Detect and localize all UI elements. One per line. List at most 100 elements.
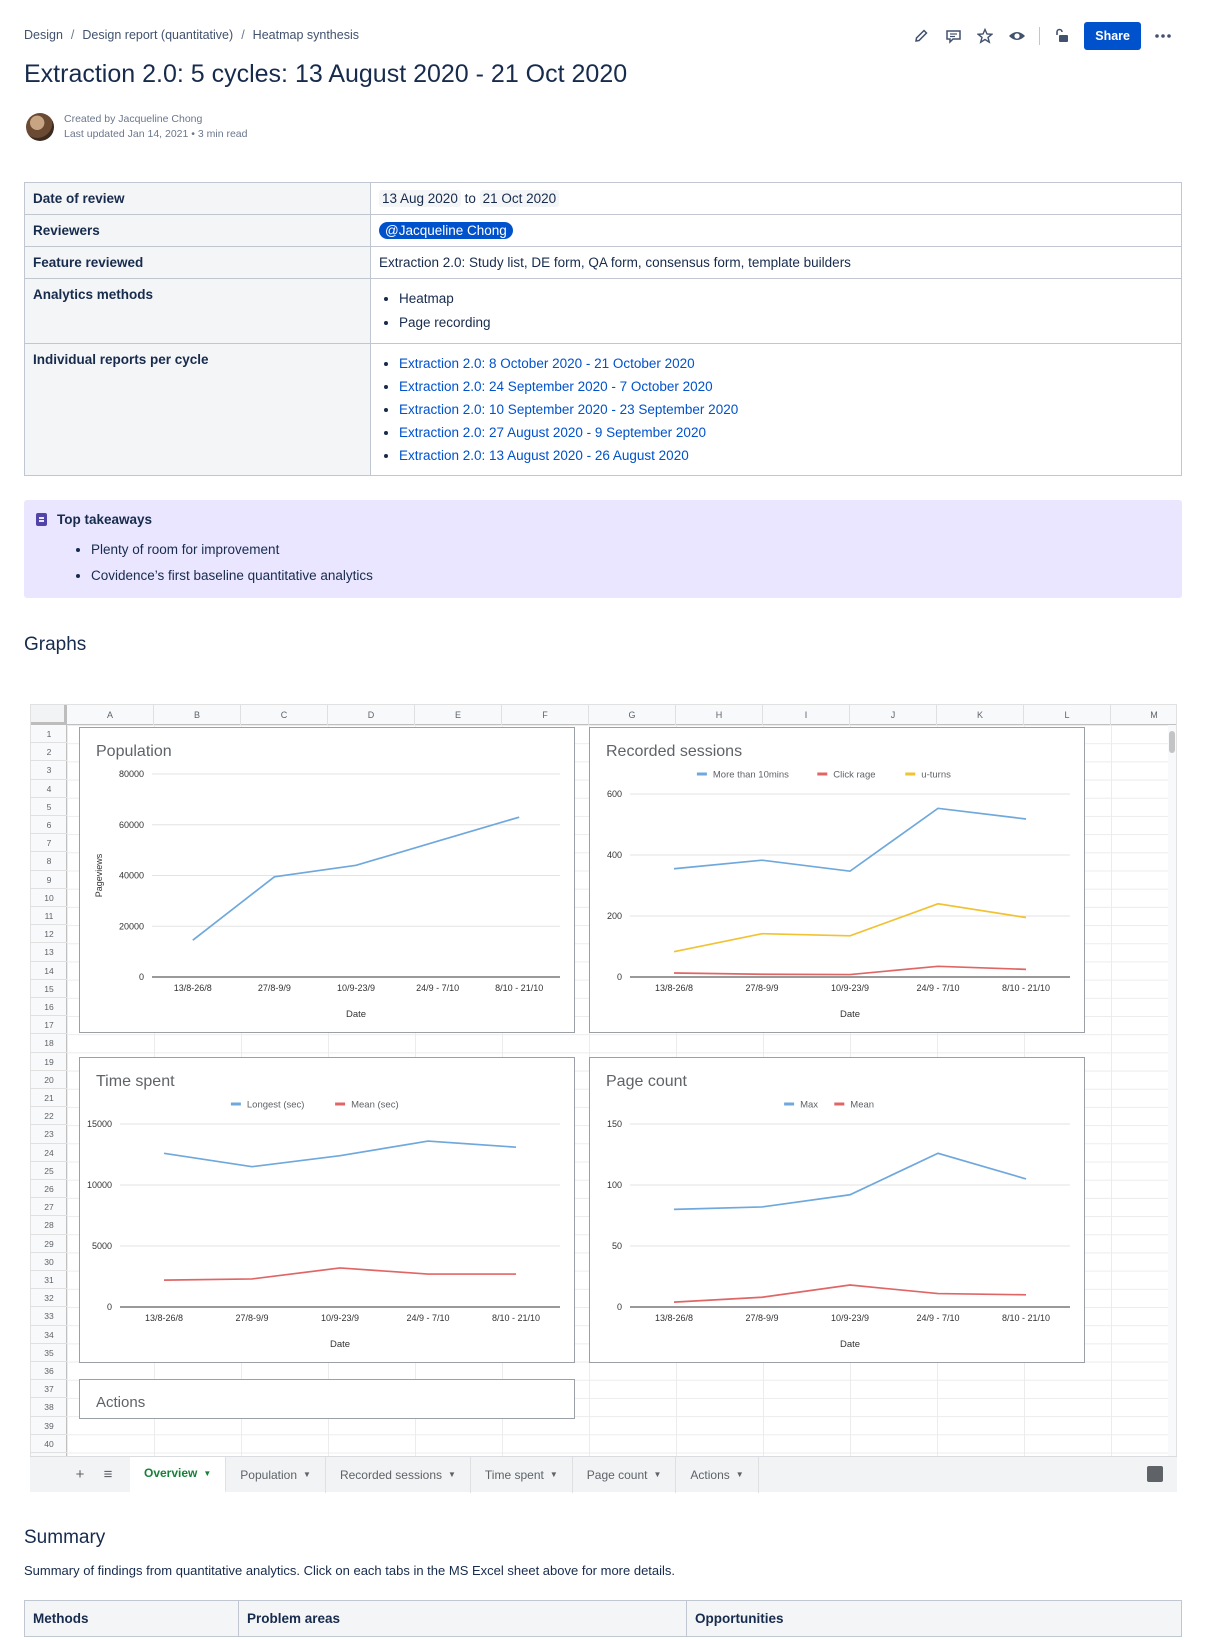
x-axis-label: Date bbox=[840, 1009, 860, 1020]
unlock-icon[interactable] bbox=[1052, 26, 1072, 46]
actions-chart[interactable]: Actions bbox=[79, 1379, 575, 1419]
row-label: Reviewers bbox=[24, 214, 371, 247]
x-tick-label: 8/10 - 21/10 bbox=[492, 1313, 540, 1323]
row-label[interactable]: 28 bbox=[31, 1216, 67, 1235]
row-label[interactable]: 13 bbox=[31, 943, 67, 962]
breadcrumb-item[interactable]: Heatmap synthesis bbox=[253, 28, 359, 42]
row-label[interactable]: 18 bbox=[31, 1034, 67, 1053]
y-tick-label: 20000 bbox=[119, 921, 144, 931]
row-label[interactable]: 36 bbox=[31, 1362, 67, 1381]
row-label[interactable]: 21 bbox=[31, 1089, 67, 1108]
column-label[interactable]: K bbox=[937, 705, 1024, 725]
row-label[interactable]: 4 bbox=[31, 780, 67, 798]
column-label[interactable]: M bbox=[1111, 705, 1176, 725]
row-label[interactable]: 11 bbox=[31, 907, 67, 926]
report-link[interactable]: Extraction 2.0: 10 September 2020 - 23 S… bbox=[399, 402, 738, 417]
row-label[interactable]: 39 bbox=[31, 1417, 67, 1435]
row-label[interactable]: 29 bbox=[31, 1235, 67, 1253]
graphs-heading: Graphs bbox=[24, 634, 87, 655]
report-link[interactable]: Extraction 2.0: 13 August 2020 - 26 Augu… bbox=[399, 448, 689, 463]
row-label[interactable]: 23 bbox=[31, 1125, 67, 1144]
row-label[interactable]: 2 bbox=[31, 743, 67, 762]
more-actions-icon[interactable] bbox=[1153, 26, 1173, 46]
user-mention[interactable]: @Jacqueline Chong bbox=[379, 222, 513, 239]
column-label[interactable]: I bbox=[763, 705, 850, 725]
row-label[interactable]: 7 bbox=[31, 834, 67, 853]
column-label[interactable]: F bbox=[502, 705, 589, 725]
row-label[interactable]: 32 bbox=[31, 1289, 67, 1308]
column-label[interactable]: D bbox=[328, 705, 415, 725]
row-label[interactable]: 17 bbox=[31, 1016, 67, 1035]
row-label[interactable]: 31 bbox=[31, 1271, 67, 1290]
row-label[interactable]: 35 bbox=[31, 1344, 67, 1362]
embedded-spreadsheet[interactable]: ABCDEFGHIJKLM 1 2 3 4 5 6 7 8 9 10 11 12 13 14 15 16 17 1… bbox=[30, 704, 1177, 1484]
edit-pencil-icon[interactable] bbox=[911, 26, 931, 46]
breadcrumb-item[interactable]: Design report (quantitative) bbox=[82, 28, 233, 42]
row-label[interactable]: 14 bbox=[31, 962, 67, 980]
row-label[interactable]: 6 bbox=[31, 816, 67, 835]
y-tick-label: 600 bbox=[607, 789, 622, 799]
tab-population[interactable]: Population ▼ bbox=[226, 1456, 326, 1493]
row-label[interactable]: 40 bbox=[31, 1435, 67, 1453]
page-toolbar: Share bbox=[911, 22, 1173, 50]
row-label[interactable]: 26 bbox=[31, 1180, 67, 1199]
select-all-corner[interactable] bbox=[31, 705, 67, 725]
row-label[interactable]: 12 bbox=[31, 925, 67, 944]
breadcrumb-item[interactable]: Design bbox=[24, 28, 63, 42]
row-label[interactable]: 24 bbox=[31, 1144, 67, 1162]
row-label[interactable]: 9 bbox=[31, 871, 67, 889]
star-icon[interactable] bbox=[975, 26, 995, 46]
page-title: Extraction 2.0: 5 cycles: 13 August 2020… bbox=[24, 60, 628, 88]
tab-recorded-sessions[interactable]: Recorded sessions ▼ bbox=[326, 1456, 471, 1493]
row-label[interactable]: 3 bbox=[31, 761, 67, 780]
column-label[interactable]: G bbox=[589, 705, 676, 725]
vertical-scrollbar[interactable] bbox=[1168, 725, 1176, 1483]
tab-time-spent[interactable]: Time spent ▼ bbox=[471, 1456, 573, 1493]
column-label[interactable]: C bbox=[241, 705, 328, 725]
column-label[interactable]: H bbox=[676, 705, 763, 725]
explore-icon[interactable] bbox=[1147, 1466, 1163, 1482]
column-label[interactable]: A bbox=[67, 705, 154, 725]
date-to[interactable]: 21 Oct 2020 bbox=[479, 190, 560, 207]
comment-icon[interactable] bbox=[943, 26, 963, 46]
row-label[interactable]: 27 bbox=[31, 1198, 67, 1217]
row-label[interactable]: 19 bbox=[31, 1053, 67, 1071]
column-label[interactable]: B bbox=[154, 705, 241, 725]
tab-actions[interactable]: Actions ▼ bbox=[676, 1456, 759, 1493]
recorded-sessions-chart[interactable]: Recorded sessions More than 10mins Click r… bbox=[589, 727, 1085, 1033]
row-label[interactable]: 38 bbox=[31, 1398, 67, 1417]
time-spent-chart[interactable]: Time spent Longest (sec) Mean (sec) 0 5000 10… bbox=[79, 1057, 575, 1363]
row-label[interactable]: 33 bbox=[31, 1307, 67, 1326]
row-label[interactable]: 22 bbox=[31, 1107, 67, 1126]
page-count-chart[interactable]: Page count Max Mean 0 50 100 150 13/8-26/8 27/8-… bbox=[589, 1057, 1085, 1363]
row-label[interactable]: 1 bbox=[31, 725, 67, 744]
column-label[interactable]: E bbox=[415, 705, 502, 725]
row-label[interactable]: 8 bbox=[31, 852, 67, 871]
population-chart[interactable]: Population 0 20000 40000 60000 80000 13/8-26/8… bbox=[79, 727, 575, 1033]
row-label[interactable]: 25 bbox=[31, 1162, 67, 1180]
report-link[interactable]: Extraction 2.0: 27 August 2020 - 9 Septe… bbox=[399, 425, 706, 440]
tab-page-count[interactable]: Page count ▼ bbox=[573, 1456, 677, 1493]
row-label[interactable]: 16 bbox=[31, 998, 67, 1017]
column-label[interactable]: J bbox=[850, 705, 937, 725]
row-label[interactable]: 15 bbox=[31, 980, 67, 998]
watch-eye-icon[interactable] bbox=[1007, 26, 1027, 46]
tab-overview[interactable]: Overview ▼ bbox=[130, 1456, 227, 1493]
row-label[interactable]: 34 bbox=[31, 1326, 67, 1344]
all-sheets-icon[interactable]: ≡ bbox=[94, 1466, 122, 1483]
x-tick-label: 24/9 - 7/10 bbox=[406, 1313, 449, 1323]
row-label[interactable]: 10 bbox=[31, 889, 67, 907]
row-label[interactable]: 30 bbox=[31, 1253, 67, 1271]
report-link[interactable]: Extraction 2.0: 8 October 2020 - 21 Octo… bbox=[399, 356, 695, 371]
date-from[interactable]: 13 Aug 2020 bbox=[379, 190, 461, 207]
row-label[interactable]: 20 bbox=[31, 1071, 67, 1089]
column-label[interactable]: L bbox=[1024, 705, 1111, 725]
avatar[interactable] bbox=[26, 113, 54, 141]
scrollbar-thumb[interactable] bbox=[1169, 731, 1175, 753]
report-link[interactable]: Extraction 2.0: 24 September 2020 - 7 Oc… bbox=[399, 379, 713, 394]
row-label[interactable]: 5 bbox=[31, 798, 67, 816]
last-updated[interactable]: Last updated Jan 14, 2021 • bbox=[64, 128, 195, 140]
add-sheet-icon[interactable]: + bbox=[66, 1466, 94, 1483]
row-label[interactable]: 37 bbox=[31, 1380, 67, 1399]
share-button[interactable]: Share bbox=[1084, 22, 1141, 50]
